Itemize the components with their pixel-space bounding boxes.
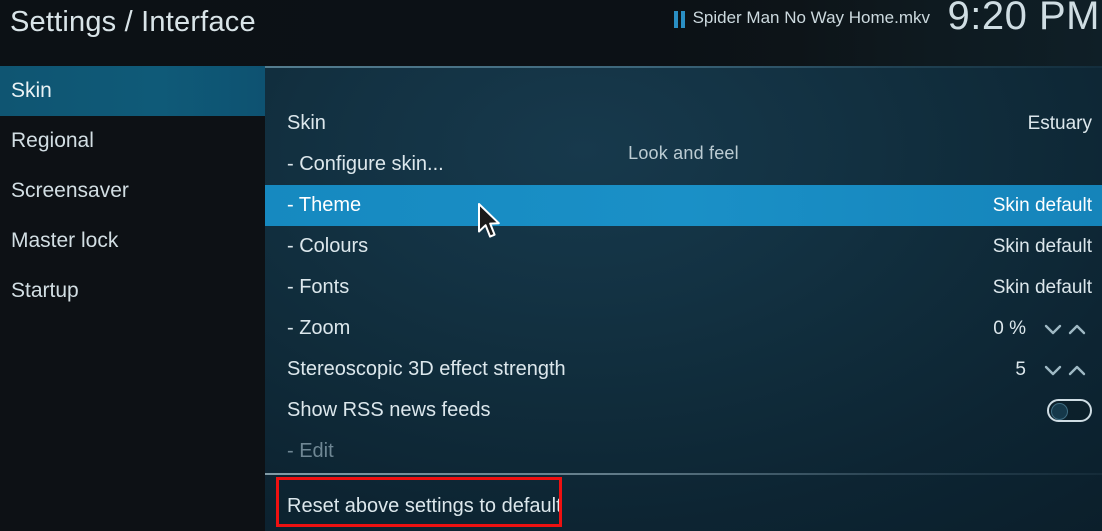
page-title: Settings / Interface xyxy=(10,6,256,38)
setting-row-label: - Configure skin... xyxy=(287,153,444,175)
reset-settings-button[interactable]: Reset above settings to default xyxy=(265,486,1102,527)
setting-row-value: Skin default xyxy=(992,194,1092,216)
chevron-down-icon[interactable] xyxy=(1042,359,1064,381)
top-header-bar: Settings / Interface Spider Man No Way H… xyxy=(0,0,1102,66)
setting-row-label: Skin xyxy=(287,112,326,134)
sidebar-item-label: Regional xyxy=(11,129,94,152)
setting-row-configure-skin[interactable]: - Configure skin... xyxy=(265,144,1102,185)
now-playing-indicator: Spider Man No Way Home.mkv xyxy=(673,8,930,28)
kodi-settings-window: Settings / Interface Spider Man No Way H… xyxy=(0,0,1102,531)
setting-row-label: - Colours xyxy=(287,235,369,257)
setting-row-value: 5 xyxy=(1015,358,1026,380)
setting-row-label: Show RSS news feeds xyxy=(287,399,491,421)
toggle-switch[interactable] xyxy=(1047,399,1092,422)
sidebar-item-master-lock[interactable]: Master lock xyxy=(0,216,265,266)
setting-row-value: Estuary xyxy=(1027,112,1092,134)
setting-row-skin[interactable]: Skin Estuary xyxy=(265,103,1102,144)
setting-row-label: - Theme xyxy=(287,194,362,216)
sidebar-item-label: Master lock xyxy=(11,229,119,252)
pause-icon xyxy=(673,10,685,28)
setting-row-colours[interactable]: - Colours Skin default xyxy=(265,226,1102,267)
setting-row-value: Skin default xyxy=(992,276,1092,298)
setting-row-label: Stereoscopic 3D effect strength xyxy=(287,358,566,380)
setting-row-value: 0 % xyxy=(993,317,1026,339)
setting-row-edit: - Edit xyxy=(265,431,1102,472)
setting-row-label: - Fonts xyxy=(287,276,350,298)
setting-row-theme[interactable]: - Theme Skin default xyxy=(265,185,1102,226)
setting-row-show-rss-news-feeds[interactable]: Show RSS news feeds xyxy=(265,390,1102,431)
sidebar-item-regional[interactable]: Regional xyxy=(0,116,265,166)
category-sidebar: Skin Regional Screensaver Master lock Startu… xyxy=(0,66,265,531)
sidebar-item-label: Screensaver xyxy=(11,179,129,202)
chevron-down-icon[interactable] xyxy=(1042,318,1064,340)
sidebar-item-label: Startup xyxy=(11,279,79,302)
clock-label: 9:20 PM xyxy=(947,0,1100,38)
settings-content-panel: Look and feel Skin Estuary - Configure ski… xyxy=(265,66,1102,531)
setting-row-value: Skin default xyxy=(992,235,1092,257)
now-playing-label: Spider Man No Way Home.mkv xyxy=(692,8,930,27)
setting-row-label: - Zoom xyxy=(287,317,351,339)
footer-divider xyxy=(265,473,1102,475)
sidebar-item-skin[interactable]: Skin xyxy=(0,66,265,116)
setting-row-spinner xyxy=(1042,359,1092,381)
reset-settings-label: Reset above settings to default xyxy=(287,495,562,517)
setting-row-label: - Edit xyxy=(287,440,334,462)
sidebar-item-screensaver[interactable]: Screensaver xyxy=(0,166,265,216)
setting-row-fonts[interactable]: - Fonts Skin default xyxy=(265,267,1102,308)
sidebar-item-label: Skin xyxy=(11,79,52,102)
sidebar-item-startup[interactable]: Startup xyxy=(0,266,265,316)
chevron-up-icon[interactable] xyxy=(1066,359,1088,381)
setting-row-stereoscopic-3d-effect-strength[interactable]: Stereoscopic 3D effect strength 5 xyxy=(265,349,1102,390)
chevron-up-icon[interactable] xyxy=(1066,318,1088,340)
toggle-knob xyxy=(1051,403,1068,420)
setting-row-zoom[interactable]: - Zoom 0 % xyxy=(265,308,1102,349)
setting-row-spinner xyxy=(1042,318,1092,340)
